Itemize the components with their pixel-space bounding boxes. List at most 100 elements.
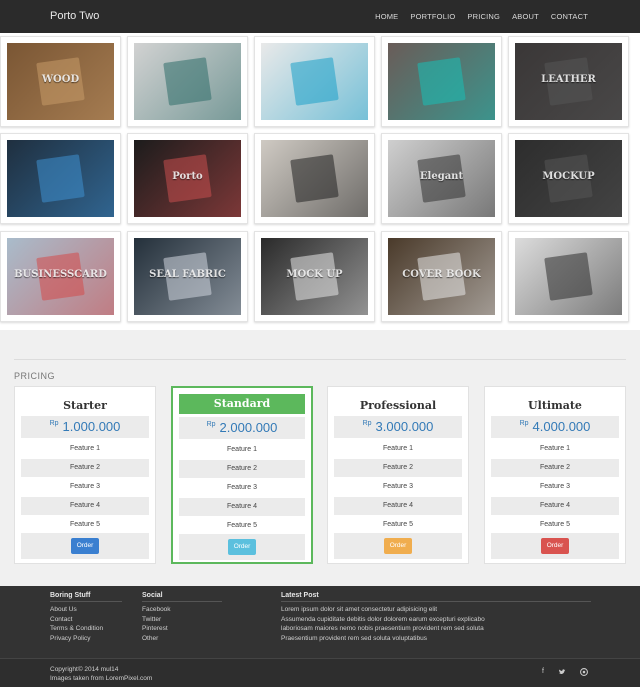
portfolio-gallery: WOOD LEATHER Porto Elegant MOCKUP BUSINESSCAR… [0,33,640,330]
pricing-plan-standard: Standard Rp 2.000.000 Feature 1 Feature 2 Fea… [171,386,313,564]
portfolio-image [388,43,495,120]
price-currency: Rp [519,420,529,427]
mockup-text: SEAL FABRIC [149,268,226,280]
footer-link-privacy[interactable]: Privacy Policy [50,634,122,644]
portfolio-image: BUSINESSCARD [7,238,114,315]
portfolio-image: LEATHER [515,43,622,120]
portfolio-image: Porto [134,140,241,217]
plan-feature: Feature 4 [491,497,619,515]
images-credit-line: Images taken from LoremPixel.com [50,675,153,682]
order-button[interactable]: Order [228,539,256,555]
order-row: Order [21,533,149,559]
plan-feature: Feature 4 [334,497,462,515]
portfolio-tile-trifold-brochure[interactable] [127,36,248,127]
order-button[interactable]: Order [541,538,569,554]
portfolio-tile-tablet-dashboard[interactable] [0,133,121,224]
portfolio-tile-wood-3d-letters[interactable]: WOOD [0,36,121,127]
footer-social-title: Social [142,592,222,602]
portfolio-image: WOOD [7,43,114,120]
footer-social: Social Facebook Twitter Pinterest Other [142,592,222,643]
nav-home[interactable]: HOME [375,12,398,21]
footer-latest-post: Latest Post Lorem ipsum dolor sit amet c… [281,592,591,643]
nav-contact[interactable]: CONTACT [551,12,588,21]
price-amount: 2.000.000 [219,420,278,435]
portfolio-tile-cards-mockup-dark[interactable]: MOCK UP [254,231,375,322]
footer-link-other[interactable]: Other [142,634,222,644]
mockup-text: MOCK UP [286,268,343,280]
mockup-shape [544,252,593,301]
latest-post-item[interactable]: Praesentium provident rem sed soluta vol… [281,634,591,644]
facebook-icon[interactable]: f [542,668,544,678]
portfolio-tile-book-cover-mockup[interactable]: COVER BOOK [381,231,502,322]
mockup-shape [290,57,339,106]
portfolio-image: Elegant [388,140,495,217]
top-navbar: Porto Two HOME PORTFOLIO PRICING ABOUT C… [0,0,640,33]
footer-link-terms[interactable]: Terms & Condition [50,624,122,634]
nav-pricing[interactable]: PRICING [467,12,500,21]
portfolio-image: SEAL FABRIC [134,238,241,315]
footer-link-pinterest[interactable]: Pinterest [142,624,222,634]
portfolio-image: COVER BOOK [388,238,495,315]
copyright-line: Copyright© 2014 mul14 [50,666,119,673]
pricing-plan-professional: Professional Rp 3.000.000 Feature 1 Feature … [327,386,469,564]
price-amount: 3.000.000 [375,419,434,434]
plan-name: Ultimate [528,399,582,412]
pricing-heading: PRICING [14,371,56,381]
footer-link-about[interactable]: About Us [50,605,122,615]
footer-boring-title: Boring Stuff [50,592,122,602]
portfolio-tile-logo-mockup-elegant[interactable]: Elegant [381,133,502,224]
github-icon[interactable] [580,668,588,678]
footer-boring-stuff: Boring Stuff About Us Contact Terms & Co… [50,592,122,643]
footer-link-twitter[interactable]: Twitter [142,615,222,625]
section-divider [14,359,626,360]
portfolio-tile-logo-mockup-3d-arrow[interactable] [508,231,629,322]
portfolio-tile-black-3d-mockup[interactable]: MOCKUP [508,133,629,224]
plan-name: Professional [359,399,437,412]
twitter-icon[interactable] [558,668,566,678]
plan-feature: Feature 1 [383,445,413,452]
portfolio-tile-leather-emboss[interactable]: LEATHER [508,36,629,127]
price-currency: Rp [49,420,59,427]
site-brand[interactable]: Porto Two [50,10,99,22]
footer-bottom-bar: Copyright© 2014 mul14 Images taken from … [0,658,640,687]
nav-portfolio[interactable]: PORTFOLIO [410,12,455,21]
plan-name: Standard [179,394,305,414]
mockup-shape [36,154,85,203]
plan-price: Rp 2.000.000 [179,417,305,439]
nav-about[interactable]: ABOUT [512,12,539,21]
plan-feature: Feature 2 [334,459,462,477]
social-icons: f [542,668,588,678]
latest-post-item[interactable]: Lorem ipsum dolor sit amet consectetur a… [281,605,591,615]
portfolio-image [134,43,241,120]
plan-feature: Feature 4 [21,497,149,515]
price-amount: 4.000.000 [532,419,591,434]
plan-feature: Feature 1 [227,446,257,453]
latest-post-item[interactable]: Assumenda cupiditate debitis dolor dolor… [281,615,591,625]
portfolio-tile-mobile-app-screens[interactable] [254,36,375,127]
order-row: Order [334,533,462,559]
portfolio-image [515,238,622,315]
portfolio-tile-business-card-colorful[interactable] [381,36,502,127]
plan-feature: Feature 5 [227,522,257,529]
portfolio-tile-business-cards-bw[interactable] [254,133,375,224]
order-button[interactable]: Order [71,538,99,554]
footer-link-contact[interactable]: Contact [50,615,122,625]
portfolio-tile-iphone-porto-app[interactable]: Porto [127,133,248,224]
portfolio-tile-seal-fabric[interactable]: SEAL FABRIC [127,231,248,322]
portfolio-image [261,43,368,120]
portfolio-image: MOCK UP [261,238,368,315]
latest-post-item[interactable]: laboriosam maiores nemo nobis praesentiu… [281,624,591,634]
mockup-shape [163,57,212,106]
plan-feature: Feature 4 [179,498,305,516]
mockup-text: LEATHER [541,73,596,85]
plan-feature: Feature 3 [540,483,570,490]
pricing-plan-ultimate: Ultimate Rp 4.000.000 Feature 1 Feature 2 Fea… [484,386,626,564]
footer-latest-title: Latest Post [281,592,591,602]
pricing-plan-starter: Starter Rp 1.000.000 Feature 1 Feature 2 Feat… [14,386,156,564]
footer-link-facebook[interactable]: Facebook [142,605,222,615]
order-button[interactable]: Order [384,538,412,554]
mockup-text: Porto [172,170,203,182]
price-amount: 1.000.000 [62,419,121,434]
mockup-shape [290,154,339,203]
portfolio-tile-business-card-stack[interactable]: BUSINESSCARD [0,231,121,322]
